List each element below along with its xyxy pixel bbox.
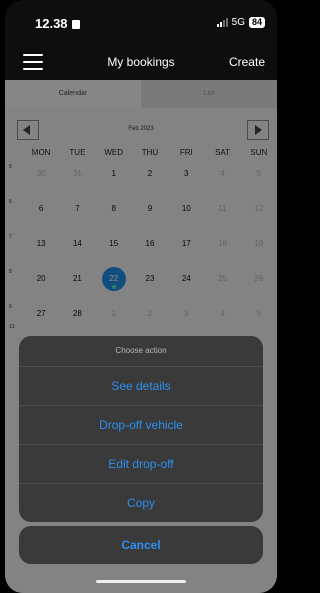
battery-icon: 84	[248, 17, 265, 28]
nav-bar: My bookings Create	[5, 44, 277, 80]
notification-icon	[71, 20, 80, 29]
edit-drop-off-button[interactable]: Edit drop-off	[19, 444, 263, 483]
status-right: 5G 84	[216, 17, 265, 28]
see-details-button[interactable]: See details	[19, 366, 263, 405]
status-bar: 12.38 5G 84	[5, 0, 277, 44]
network-type: 5G	[231, 17, 245, 28]
action-sheet-title: Choose action	[115, 346, 167, 355]
signal-icon	[216, 18, 228, 27]
cancel-button[interactable]: Cancel	[19, 526, 263, 564]
phone-screen: 12.38 5G 84 My bookings Create Calendar …	[5, 0, 277, 593]
drop-off-vehicle-button[interactable]: Drop-off vehicle	[19, 405, 263, 444]
home-indicator	[96, 580, 186, 583]
create-button[interactable]: Create	[229, 55, 265, 69]
copy-button[interactable]: Copy	[19, 483, 263, 522]
status-time: 12.38	[35, 16, 80, 31]
action-sheet: Choose action See details Drop-off vehic…	[19, 336, 263, 522]
status-time-text: 12.38	[35, 16, 68, 31]
